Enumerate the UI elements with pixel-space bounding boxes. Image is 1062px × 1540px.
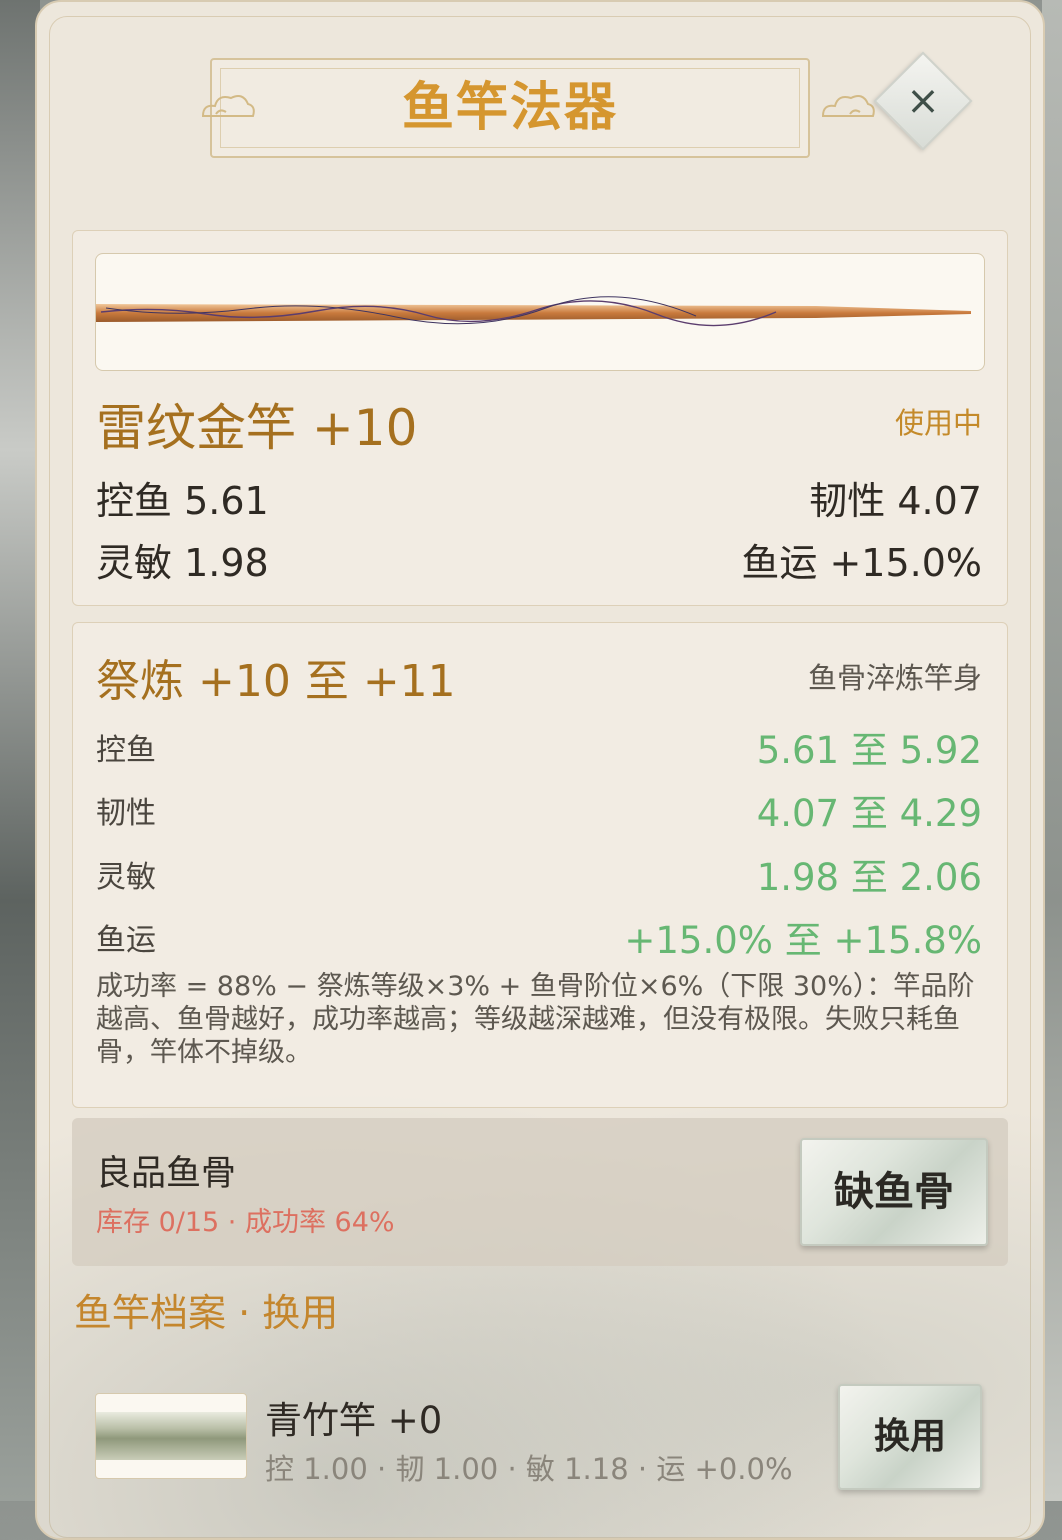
material-stock-rate: 库存 0/15 · 成功率 64%: [96, 1207, 395, 1238]
refine-row-label: 韧性: [96, 796, 156, 831]
cloud-ornament-right-icon: [821, 95, 875, 117]
refine-row-label: 鱼运: [96, 923, 156, 958]
dialog-title: 鱼竿法器: [401, 78, 618, 138]
refine-row-label: 控鱼: [96, 733, 156, 768]
refine-row-label: 灵敏: [96, 860, 156, 895]
material-name: 良品鱼骨: [96, 1154, 237, 1194]
background-scenery-right: [1042, 0, 1062, 1501]
thunder-gold-rod-icon: [96, 296, 971, 327]
stat-agility: 灵敏 1.98: [96, 541, 269, 585]
archive-rod-stats: 控 1.00 · 韧 1.00 · 敏 1.18 · 运 +0.0%: [265, 1452, 793, 1486]
refine-row-value: 5.61 至 5.92: [756, 729, 982, 772]
stat-luck: 鱼运 +15.0%: [741, 541, 982, 585]
success-rate-formula: 成功率 = 88% − 祭炼等级×3% + 鱼骨阶位×6%（下限 30%）：竿品…: [96, 971, 975, 1068]
stat-control: 控鱼 5.61: [96, 479, 269, 523]
rod-name: 雷纹金竿 +10: [96, 399, 418, 457]
stat-toughness: 韧性 4.07: [809, 479, 982, 523]
refine-row-value: 4.07 至 4.29: [756, 792, 982, 835]
in-use-badge: 使用中: [894, 406, 982, 440]
switch-rod-button[interactable]: 换用: [838, 1384, 982, 1490]
rod-preview-image: [95, 253, 985, 371]
archive-rod-name: 青竹竿 +0: [265, 1399, 443, 1442]
bamboo-rod-thumbnail: [95, 1393, 247, 1479]
background-scenery-left: [0, 0, 40, 1501]
refine-subtitle: 鱼骨淬炼竿身: [807, 661, 982, 695]
close-icon[interactable]: ×: [888, 66, 958, 136]
refine-row-value: +15.0% 至 +15.8%: [624, 919, 982, 962]
missing-fishbone-button[interactable]: 缺鱼骨: [800, 1138, 988, 1246]
refine-row-value: 1.98 至 2.06: [756, 856, 982, 899]
rod-archive-title: 鱼竿档案 · 换用: [74, 1291, 339, 1335]
refine-title: 祭炼 +10 至 +11: [96, 656, 456, 707]
